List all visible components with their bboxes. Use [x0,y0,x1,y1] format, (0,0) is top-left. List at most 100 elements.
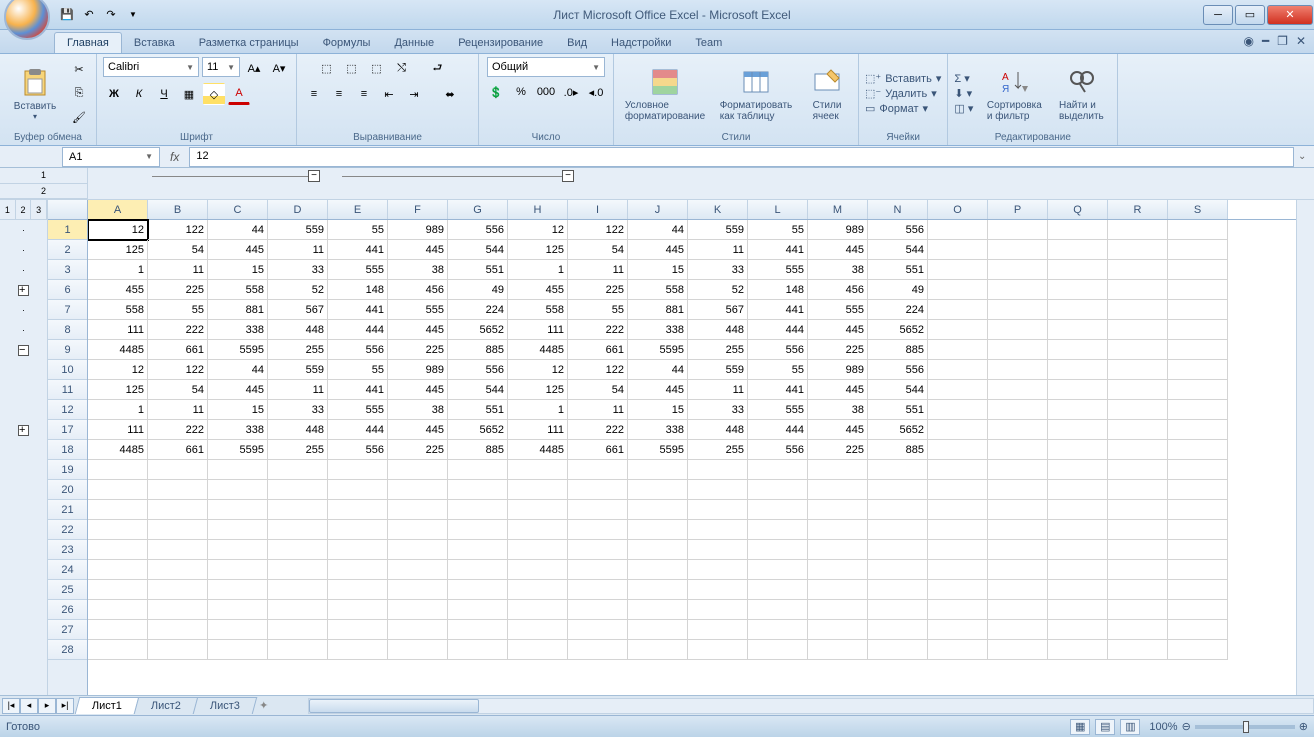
cell-D25[interactable] [268,580,328,600]
cell-A21[interactable] [88,500,148,520]
cell-J1[interactable]: 44 [628,220,688,240]
cell-R24[interactable] [1108,560,1168,580]
cell-A12[interactable]: 1 [88,400,148,420]
help-icon[interactable]: ◉ [1243,34,1253,48]
cell-G7[interactable]: 224 [448,300,508,320]
cell-I12[interactable]: 11 [568,400,628,420]
sheet-tab-1[interactable]: Лист2 [134,697,199,714]
cell-H6[interactable]: 455 [508,280,568,300]
cell-E19[interactable] [328,460,388,480]
cell-N9[interactable]: 885 [868,340,928,360]
cell-M21[interactable] [808,500,868,520]
cell-J25[interactable] [628,580,688,600]
cell-D12[interactable]: 33 [268,400,328,420]
cell-H2[interactable]: 125 [508,240,568,260]
cell-H27[interactable] [508,620,568,640]
cell-P8[interactable] [988,320,1048,340]
cell-G8[interactable]: 5652 [448,320,508,340]
cell-G22[interactable] [448,520,508,540]
cell-D27[interactable] [268,620,328,640]
cell-H22[interactable] [508,520,568,540]
redo-icon[interactable]: ↷ [102,6,120,24]
cell-F9[interactable]: 225 [388,340,448,360]
cell-S6[interactable] [1168,280,1228,300]
cell-M22[interactable] [808,520,868,540]
cell-R19[interactable] [1108,460,1168,480]
align-left-icon[interactable]: ≡ [303,83,325,105]
cell-D2[interactable]: 11 [268,240,328,260]
cell-H28[interactable] [508,640,568,660]
cell-H18[interactable]: 4485 [508,440,568,460]
cell-K11[interactable]: 11 [688,380,748,400]
cell-C23[interactable] [208,540,268,560]
cell-A19[interactable] [88,460,148,480]
cell-N3[interactable]: 551 [868,260,928,280]
cell-O12[interactable] [928,400,988,420]
cell-M2[interactable]: 445 [808,240,868,260]
cell-G10[interactable]: 556 [448,360,508,380]
cell-G19[interactable] [448,460,508,480]
cell-L7[interactable]: 441 [748,300,808,320]
row-outline-level-2[interactable]: 2 [16,200,32,219]
cell-R7[interactable] [1108,300,1168,320]
cell-G6[interactable]: 49 [448,280,508,300]
cell-H21[interactable] [508,500,568,520]
align-right-icon[interactable]: ≡ [353,83,375,105]
cell-C6[interactable]: 558 [208,280,268,300]
col-header-B[interactable]: B [148,200,208,219]
cell-I1[interactable]: 122 [568,220,628,240]
cell-F6[interactable]: 456 [388,280,448,300]
cell-F27[interactable] [388,620,448,640]
cell-R17[interactable] [1108,420,1168,440]
cell-P3[interactable] [988,260,1048,280]
row-header-20[interactable]: 20 [48,480,87,500]
cell-E12[interactable]: 555 [328,400,388,420]
col-header-P[interactable]: P [988,200,1048,219]
cell-R1[interactable] [1108,220,1168,240]
vertical-scrollbar[interactable] [1296,200,1314,695]
cell-C17[interactable]: 338 [208,420,268,440]
zoom-level[interactable]: 100% [1149,721,1177,733]
cell-N22[interactable] [868,520,928,540]
cell-B22[interactable] [148,520,208,540]
cell-Q10[interactable] [1048,360,1108,380]
cell-S3[interactable] [1168,260,1228,280]
cell-E9[interactable]: 556 [328,340,388,360]
number-format-combo[interactable]: Общий▼ [487,57,605,77]
cell-M23[interactable] [808,540,868,560]
row-outline-level-3[interactable]: 3 [31,200,47,219]
minimize-button[interactable]: ─ [1203,5,1233,25]
cell-J9[interactable]: 5595 [628,340,688,360]
fill-color-icon[interactable]: ◇ [203,83,225,105]
cell-D19[interactable] [268,460,328,480]
cell-K2[interactable]: 11 [688,240,748,260]
cell-I27[interactable] [568,620,628,640]
cell-J11[interactable]: 445 [628,380,688,400]
cell-Q6[interactable] [1048,280,1108,300]
cell-D20[interactable] [268,480,328,500]
cell-F8[interactable]: 445 [388,320,448,340]
cell-K6[interactable]: 52 [688,280,748,300]
horizontal-scrollbar[interactable] [308,698,1314,714]
cell-I8[interactable]: 222 [568,320,628,340]
col-header-D[interactable]: D [268,200,328,219]
mdi-close-icon[interactable]: ✕ [1296,34,1306,48]
col-outline-level-1[interactable]: 1 [0,168,87,184]
merge-icon[interactable]: ⬌ [428,83,472,105]
cell-R10[interactable] [1108,360,1168,380]
name-box[interactable]: A1▼ [62,147,160,167]
ribbon-tab-0[interactable]: Главная [54,32,122,53]
cell-L8[interactable]: 444 [748,320,808,340]
cell-I20[interactable] [568,480,628,500]
cell-L26[interactable] [748,600,808,620]
cell-B9[interactable]: 661 [148,340,208,360]
cell-M24[interactable] [808,560,868,580]
cell-S22[interactable] [1168,520,1228,540]
cell-H9[interactable]: 4485 [508,340,568,360]
cell-I28[interactable] [568,640,628,660]
col-header-C[interactable]: C [208,200,268,219]
cell-M17[interactable]: 445 [808,420,868,440]
cell-L3[interactable]: 555 [748,260,808,280]
cell-G9[interactable]: 885 [448,340,508,360]
find-select-button[interactable]: Найти и выделить [1051,66,1111,122]
